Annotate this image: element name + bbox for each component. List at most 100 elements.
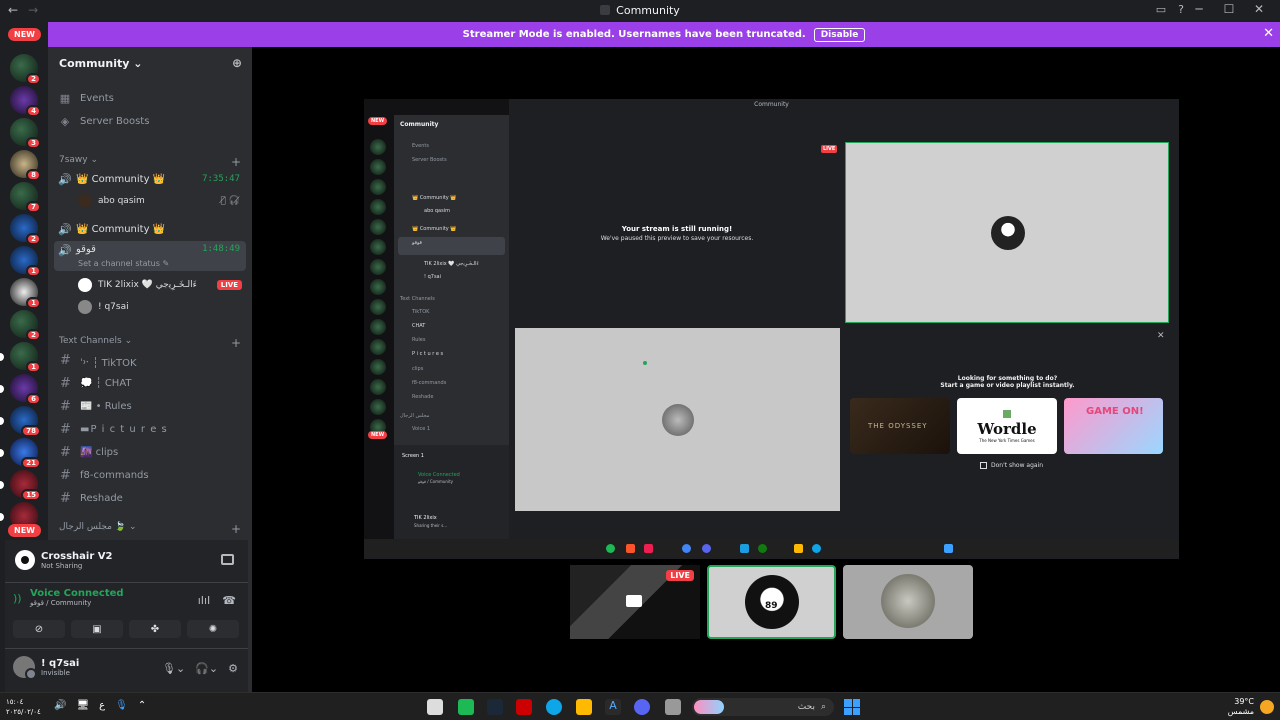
volume-icon[interactable]: 🔊 (54, 700, 66, 711)
add-channel-icon[interactable]: + (231, 522, 241, 536)
server-icon[interactable]: 15 (10, 470, 41, 501)
search-bar[interactable]: بحث ⌕ (692, 698, 834, 716)
soundboard-button[interactable]: ✺ (187, 620, 239, 638)
voice-channel-community-2[interactable]: 🔊 👑 Community 👑 (54, 218, 246, 240)
server-icon[interactable]: 3 (10, 118, 41, 149)
gear-icon[interactable]: ⚙ (228, 662, 238, 675)
add-channel-icon[interactable]: + (231, 336, 241, 350)
server-icon[interactable]: 8 (10, 150, 41, 181)
voice-user[interactable]: abo qasim 🎙̸ 🎧̸ (78, 191, 246, 211)
close-banner-icon[interactable]: ✕ (1263, 26, 1274, 41)
game-wordle[interactable]: Wordle The New York Times Games (957, 398, 1057, 454)
windows-taskbar: ١٥:٠٤ ٢٠٢٥/٠٢/٠٤ 🔊 🖥 ع 🎙 ⌃ A بحث ⌕ 39°C … (0, 692, 1280, 720)
text-channel[interactable]: # 📰 • Rules (56, 395, 246, 417)
server-icon[interactable]: 2 (10, 214, 41, 245)
text-channel[interactable]: # ▬P i c t u r e s (56, 418, 246, 440)
screen-share-button[interactable]: ▣ (71, 620, 123, 638)
game-odyssey[interactable]: THE ODYSSEY (850, 398, 950, 454)
app-icon[interactable] (665, 699, 681, 715)
server-icon (370, 359, 386, 375)
channel-status[interactable]: Set a channel status ✎ (78, 259, 169, 268)
add-channel-icon[interactable]: + (231, 155, 241, 169)
server-icon[interactable]: 78 (10, 406, 41, 437)
voice-user-streaming[interactable]: TIK 2lixix 🤍 ءَالـخَـرِﻳجي LIVE (78, 275, 246, 295)
activities-button[interactable]: ✤ (129, 620, 181, 638)
server-icon[interactable]: 4 (10, 86, 41, 117)
app-icon[interactable] (427, 699, 443, 715)
new-badge: NEW (8, 28, 41, 41)
language-indicator[interactable]: ع (99, 700, 105, 711)
weather-widget[interactable]: 39°C مشمس (1228, 697, 1254, 717)
text-channel[interactable]: # 💭 ┆ CHAT (56, 372, 246, 394)
inner-boosts: Server Boosts (412, 157, 447, 163)
current-user[interactable]: ! q7sai Invisible (13, 656, 79, 680)
disconnect-icon[interactable]: ☎ (222, 594, 236, 607)
edge-icon[interactable] (546, 699, 562, 715)
server-boosts-link[interactable]: ◈ Server Boosts (56, 110, 246, 132)
live-badge: LIVE (821, 145, 838, 153)
live-badge: LIVE (216, 280, 242, 290)
voice-user[interactable]: ! q7sai (78, 297, 246, 317)
clock[interactable]: ١٥:٠٤ ٢٠٢٥/٠٢/٠٤ (6, 697, 41, 717)
video-tile-speaking[interactable] (845, 142, 1169, 323)
video-tile[interactable] (515, 328, 840, 511)
server-icon[interactable]: 1 (10, 342, 41, 373)
microphone-icon[interactable]: 🎙⌄ (162, 662, 185, 675)
app-icon[interactable] (458, 699, 474, 715)
voice-channel-community-1[interactable]: 🔊 👑 Community 👑 7:35:47 (54, 168, 246, 190)
stream-paused-subtitle: We've paused this preview to save your r… (600, 235, 754, 242)
disable-streamer-mode-button[interactable]: Disable (813, 27, 866, 42)
text-channel[interactable]: # ˈ᠈ˑ ┆ TikTOK (56, 349, 246, 371)
server-icon[interactable]: 21 (10, 438, 41, 469)
server-icon (370, 299, 386, 315)
inner-text-channel: TikTOK (412, 309, 430, 315)
discord-icon[interactable] (634, 699, 650, 715)
category-bottom[interactable]: مجلس الرجال 🍃 ⌄ + (59, 522, 241, 536)
close-icon[interactable]: ✕ (1157, 331, 1165, 341)
text-channel[interactable]: # 🌆 clips (56, 441, 246, 463)
voice-channel-active[interactable]: 🔊 قوقو 1:48:49 Set a channel status ✎ (54, 241, 246, 271)
server-header[interactable]: Community ⌄ ⊕ (48, 47, 252, 79)
dont-show-again[interactable]: Don't show again (980, 462, 1043, 469)
game-gameon[interactable]: GAME ON! (1064, 398, 1163, 454)
inbox-icon[interactable]: ▭ (1156, 3, 1166, 16)
participant-thumbnail[interactable] (843, 565, 973, 639)
events-link[interactable]: ▦ Events (56, 87, 246, 109)
stream-thumbnail[interactable]: LIVE (570, 565, 700, 639)
category-text-channels[interactable]: Text Channels ⌄ + (59, 336, 241, 350)
maximize-button[interactable]: ☐ (1214, 2, 1244, 16)
close-button[interactable]: ✕ (1244, 2, 1274, 16)
server-icon (370, 179, 386, 195)
server-icon[interactable]: 1 (10, 278, 41, 309)
app-icon[interactable] (516, 699, 532, 715)
server-icon[interactable]: 2 (10, 310, 41, 341)
camera-off-button[interactable]: ⊘ (13, 620, 65, 638)
add-person-icon[interactable]: ⊕ (232, 56, 242, 70)
server-icon[interactable]: 1 (10, 246, 41, 277)
server-icon[interactable]: 2 (10, 54, 41, 85)
server-icon[interactable]: 7 (10, 182, 41, 213)
participant-thumbnail-speaking[interactable]: 89 (707, 565, 836, 639)
share-screen-icon[interactable] (221, 554, 234, 565)
microphone-icon[interactable]: 🎙 (115, 700, 128, 711)
server-icon[interactable]: 6 (10, 374, 41, 405)
steam-icon[interactable] (487, 699, 503, 715)
app-icon[interactable]: A (605, 699, 621, 715)
network-icon[interactable]: 🖥 (76, 700, 89, 711)
sun-icon (1260, 700, 1274, 714)
voice-connected-label[interactable]: Voice Connected (30, 588, 124, 599)
folder-icon[interactable] (576, 699, 592, 715)
noise-suppression-icon[interactable]: ıIıI (198, 594, 211, 607)
hash-icon: # (60, 421, 71, 437)
start-button[interactable] (844, 699, 860, 715)
voice-location[interactable]: قوقو / Community (30, 599, 124, 607)
checkbox[interactable] (980, 462, 987, 469)
inner-text-channel: CHAT (412, 323, 426, 329)
chevron-up-icon[interactable]: ⌃ (138, 700, 146, 711)
text-channel[interactable]: # f8-commands (56, 464, 246, 486)
minimize-button[interactable]: ─ (1184, 2, 1214, 16)
category-7sawy[interactable]: 7sawy ⌄ + (59, 155, 241, 169)
server-icon (370, 259, 386, 275)
headphones-icon[interactable]: 🎧⌄ (195, 662, 218, 675)
text-channel[interactable]: # Reshade (56, 487, 246, 509)
